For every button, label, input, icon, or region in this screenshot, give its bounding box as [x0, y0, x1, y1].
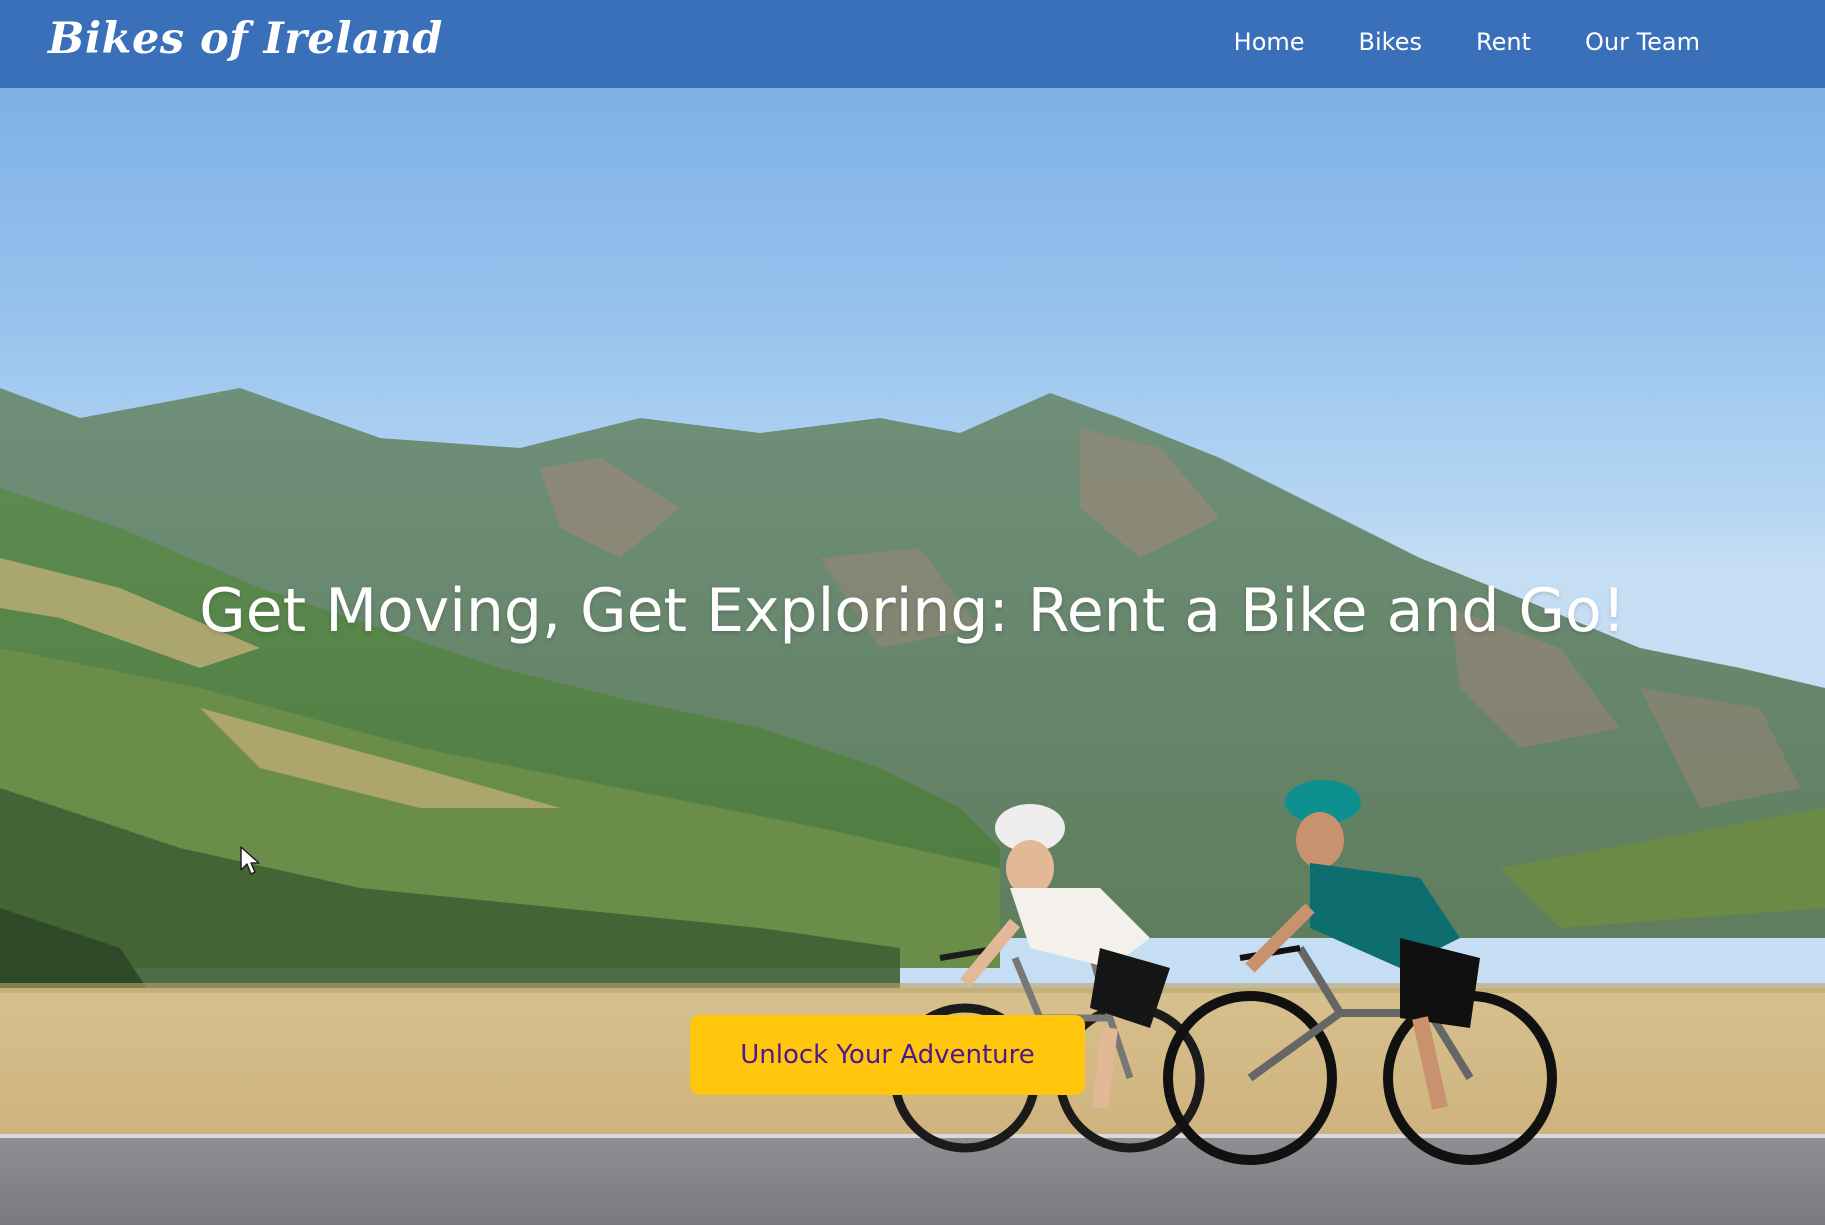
- brand-logo[interactable]: Bikes of Ireland: [48, 14, 443, 64]
- page: Bikes of Ireland Home Bikes Rent Our Tea…: [0, 0, 1825, 1225]
- nav-menu: Home Bikes Rent Our Team: [1234, 0, 1700, 84]
- top-navbar: Bikes of Ireland Home Bikes Rent Our Tea…: [0, 0, 1825, 88]
- unlock-adventure-button[interactable]: Unlock Your Adventure: [690, 1015, 1085, 1095]
- hero-section: Get Moving, Get Exploring: Rent a Bike a…: [0, 88, 1825, 1225]
- hero-title: Get Moving, Get Exploring: Rent a Bike a…: [199, 576, 1626, 646]
- nav-link-rent[interactable]: Rent: [1476, 28, 1531, 56]
- nav-link-bikes[interactable]: Bikes: [1359, 28, 1422, 56]
- nav-link-our-team[interactable]: Our Team: [1585, 28, 1700, 56]
- nav-link-home[interactable]: Home: [1234, 28, 1305, 56]
- mouse-cursor-icon: [240, 846, 260, 875]
